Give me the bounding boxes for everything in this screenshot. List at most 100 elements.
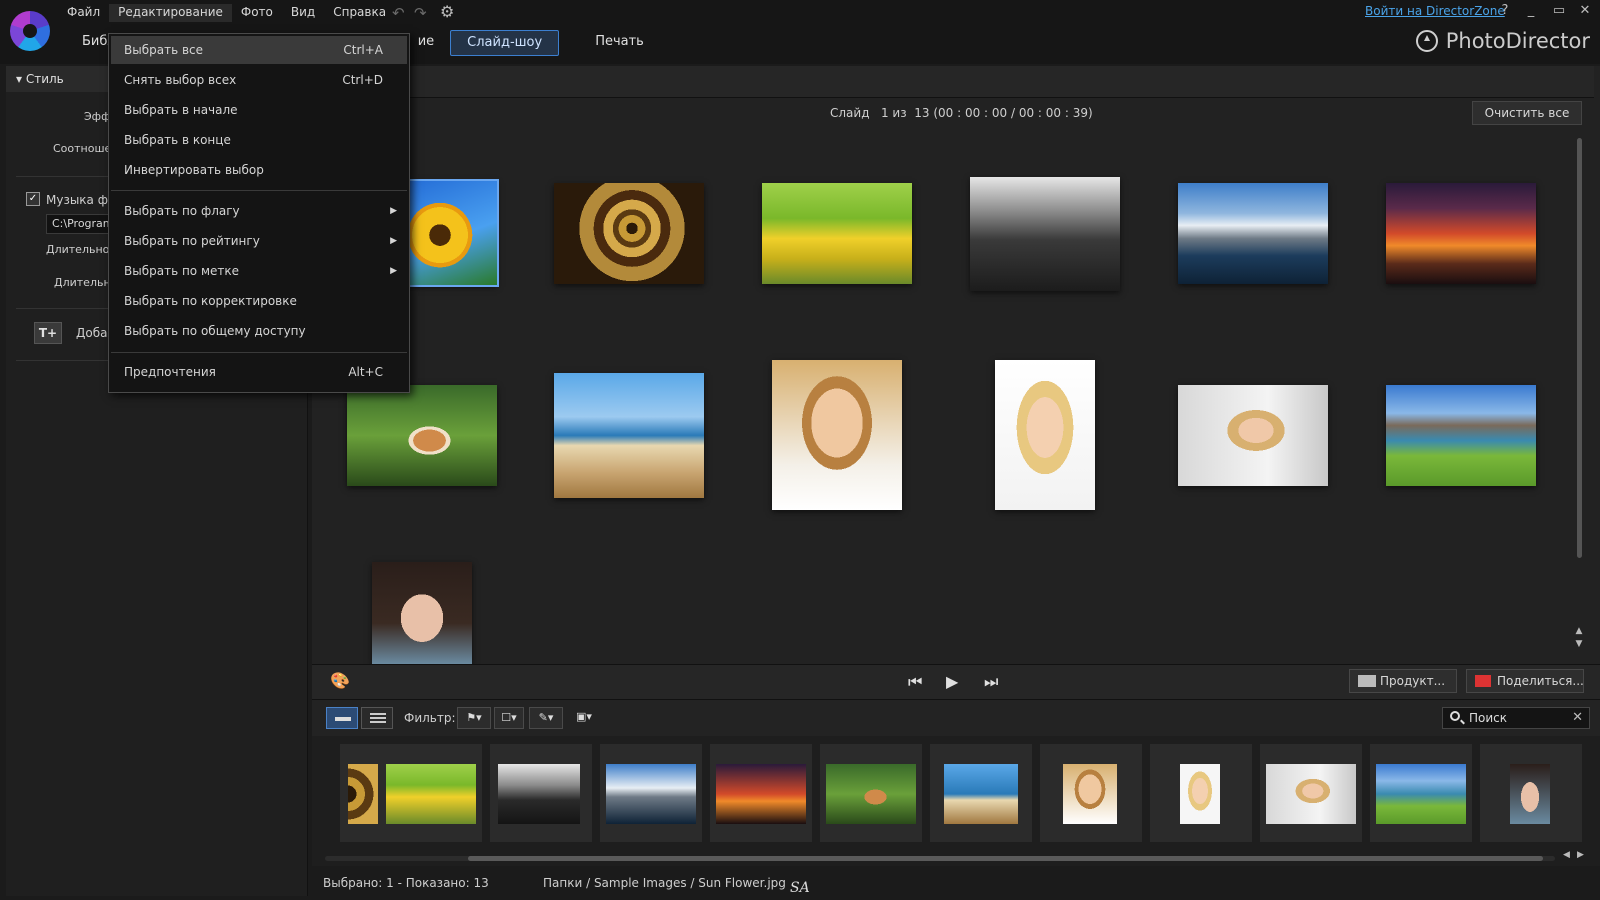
help-button[interactable]: ? — [1496, 3, 1514, 18]
menu-item-select-by-label[interactable]: Выбрать по метке ▶ — [111, 257, 407, 285]
menu-help[interactable]: Справка — [324, 4, 395, 22]
filmstrip-item[interactable] — [930, 744, 1032, 842]
selection-status: Выбрано: 1 - Показано: 13 — [323, 876, 489, 890]
scroll-right-icon[interactable]: ▶ — [1577, 850, 1584, 860]
menu-item-shortcut: Ctrl+D — [342, 73, 383, 87]
restore-button[interactable]: ▭ — [1550, 3, 1568, 18]
menu-file[interactable]: Файл — [58, 4, 109, 22]
filmstrip-item[interactable] — [380, 744, 482, 842]
filmstrip-image — [1180, 764, 1220, 824]
scroll-left-icon[interactable]: ◀ — [1563, 850, 1570, 860]
produce-label: Продукт... — [1380, 674, 1446, 688]
filmstrip-item[interactable] — [1370, 744, 1472, 842]
app-logo-icon — [10, 11, 50, 51]
menu-item-label: Выбрать все — [124, 43, 204, 57]
scroll-up-icon[interactable]: ▲ — [1574, 626, 1584, 636]
menu-item-label: Выбрать по корректировке — [124, 294, 297, 308]
search-icon — [1450, 711, 1460, 721]
filmstrip-item[interactable] — [820, 744, 922, 842]
menu-item-deselect-all[interactable]: Снять выбор всех Ctrl+D — [111, 66, 407, 94]
flag-filter-button[interactable]: ⚑▾ — [457, 707, 491, 729]
slide-count: 13 (00 : 00 : 00 / 00 : 00 : 39) — [914, 106, 1093, 120]
filmstrip-item[interactable] — [340, 744, 384, 842]
slide-thumbnail[interactable] — [554, 373, 704, 498]
tab-slideshow[interactable]: Слайд-шоу — [450, 30, 560, 56]
menu-item-label: Инвертировать выбор — [124, 163, 264, 177]
redo-icon[interactable]: ↷ — [414, 4, 427, 22]
undo-icon[interactable]: ↶ — [392, 4, 405, 22]
search-input[interactable]: Поиск ✕ — [1442, 707, 1590, 729]
produce-button[interactable]: Продукт... — [1349, 669, 1457, 693]
filmstrip-item[interactable] — [1150, 744, 1252, 842]
menu-item-preferences[interactable]: Предпочтения Alt+C — [111, 358, 407, 386]
clear-all-button[interactable]: Очистить все — [1472, 101, 1582, 125]
menu-item-select-by-rating[interactable]: Выбрать по рейтингу ▶ — [111, 227, 407, 255]
share-button[interactable]: Поделиться... — [1466, 669, 1584, 693]
slide-thumbnail[interactable] — [372, 562, 472, 664]
workspace-scrollbar[interactable]: ▲ ▼ — [1574, 136, 1584, 651]
scroll-down-icon[interactable]: ▼ — [1574, 639, 1584, 649]
filmstrip-scrollbar[interactable]: ◀ ▶ — [325, 850, 1584, 862]
clear-search-icon[interactable]: ✕ — [1572, 708, 1583, 728]
menu-item-select-end[interactable]: Выбрать в конце — [111, 126, 407, 154]
slide-thumbnail[interactable] — [970, 177, 1120, 291]
filmstrip-image — [606, 764, 696, 824]
slide-thumbnail[interactable] — [995, 360, 1095, 510]
menu-item-select-all[interactable]: Выбрать все Ctrl+A — [111, 36, 407, 64]
slide-thumbnail[interactable] — [1178, 183, 1328, 284]
play-icon[interactable]: ▶ — [946, 672, 958, 691]
filmstrip-item[interactable] — [710, 744, 812, 842]
share-filter-button[interactable]: ▣▾ — [570, 707, 598, 729]
filmstrip-item[interactable] — [600, 744, 702, 842]
menu-item-label: Выбрать в конце — [124, 133, 231, 147]
skip-back-icon[interactable]: ⏮ — [908, 672, 922, 692]
filmstrip-item[interactable] — [1040, 744, 1142, 842]
music-checkbox[interactable]: ✓ — [26, 192, 40, 206]
filmstrip-image — [1376, 764, 1466, 824]
filmstrip-item[interactable] — [1260, 744, 1362, 842]
slide-thumbnail[interactable] — [347, 385, 497, 486]
slide-thumbnail[interactable] — [772, 360, 902, 510]
file-path: Папки / Sample Images / Sun Flower.jpg — [543, 876, 786, 890]
filmstrip-item[interactable] — [490, 744, 592, 842]
directorzone-login-link[interactable]: Войти на DirectorZone — [1365, 4, 1505, 18]
add-text-icon[interactable]: T+ — [34, 322, 62, 344]
thumbnail-view-button[interactable] — [326, 707, 358, 729]
gear-icon[interactable]: ⚙ — [440, 2, 454, 21]
filter-label: Фильтр: — [404, 711, 456, 725]
menu-item-invert-selection[interactable]: Инвертировать выбор — [111, 156, 407, 184]
menu-photo[interactable]: Фото — [232, 4, 282, 22]
music-label: Музыка ф — [46, 193, 108, 207]
menu-item-label: Выбрать по метке — [124, 264, 240, 278]
edit-filter-button[interactable]: ✎▾ — [529, 707, 563, 729]
menu-view[interactable]: Вид — [282, 4, 324, 22]
menu-item-select-by-flag[interactable]: Выбрать по флагу ▶ — [111, 197, 407, 225]
filmstrip-item[interactable] — [1480, 744, 1582, 842]
photodirector-window: Файл Редактирование Фото Вид Справка ↶ ↷… — [0, 0, 1600, 900]
label-filter-button[interactable]: ☐▾ — [494, 707, 524, 729]
slide-thumbnail[interactable] — [1178, 385, 1328, 486]
slide-thumbnail[interactable] — [1386, 385, 1536, 486]
scrollbar-thumb[interactable] — [1577, 138, 1582, 558]
add-text-label[interactable]: Доба — [76, 326, 107, 340]
palette-icon[interactable]: 🎨 — [330, 671, 350, 690]
filmstrip-image — [498, 764, 580, 824]
ratio-label: Соотноше — [53, 142, 112, 155]
minimize-button[interactable]: _ — [1522, 3, 1540, 18]
menu-item-select-by-sharing[interactable]: Выбрать по общему доступу — [111, 317, 407, 345]
skip-forward-icon[interactable]: ⏭ — [984, 672, 998, 692]
scrollbar-thumb[interactable] — [468, 856, 1543, 861]
tab-print[interactable]: Печать — [579, 30, 660, 56]
filmstrip-image — [716, 764, 806, 824]
close-button[interactable]: ✕ — [1576, 3, 1594, 18]
menu-item-select-by-adjustment[interactable]: Выбрать по корректировке — [111, 287, 407, 315]
menu-edit[interactable]: Редактирование — [109, 4, 232, 22]
slide-thumbnail[interactable] — [554, 183, 704, 284]
list-view-button[interactable] — [361, 707, 393, 729]
slide-label: Слайд — [830, 106, 870, 120]
menu-item-shortcut: Ctrl+A — [343, 43, 383, 57]
slide-thumbnail[interactable] — [1386, 183, 1536, 284]
upload-icon[interactable] — [1415, 30, 1438, 52]
slide-thumbnail[interactable] — [762, 183, 912, 284]
menu-item-select-start[interactable]: Выбрать в начале — [111, 96, 407, 124]
